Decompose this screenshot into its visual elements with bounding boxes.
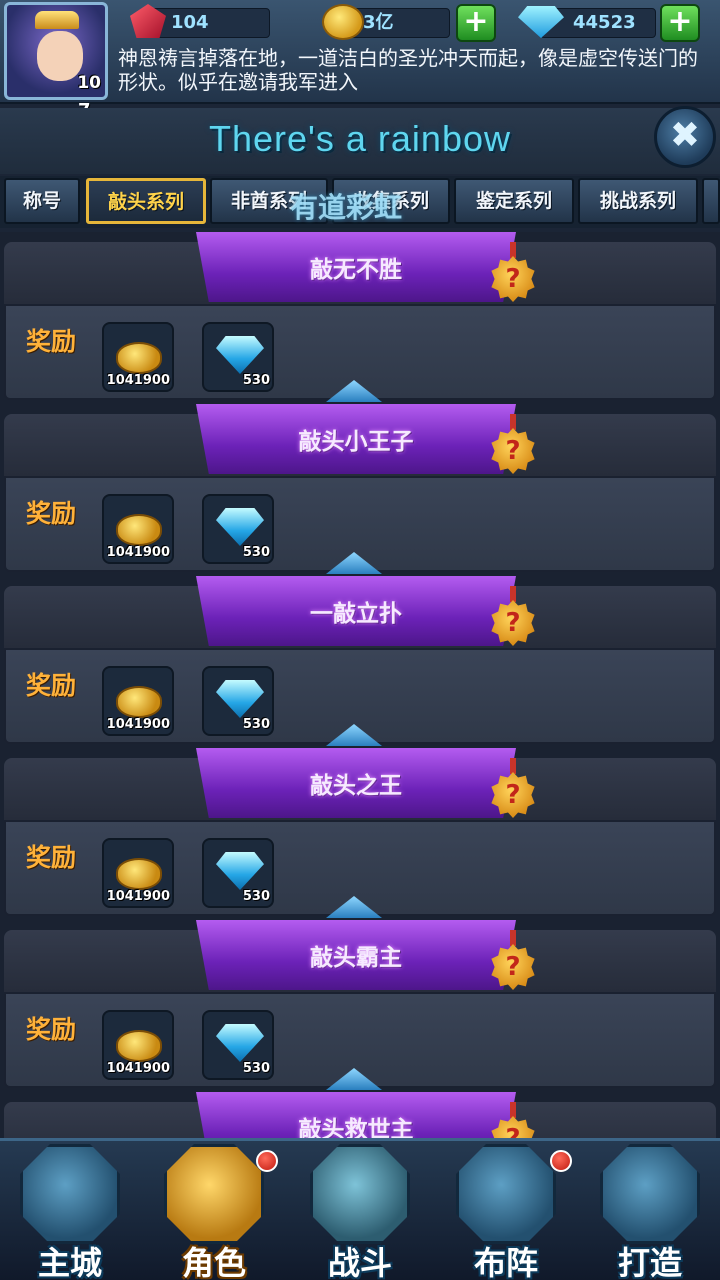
achievement-title: 敲头之王 bbox=[310, 773, 402, 799]
diamond-icon bbox=[216, 852, 264, 890]
diamond-icon bbox=[216, 508, 264, 546]
skull-potion-icon bbox=[600, 1144, 700, 1244]
tab-more[interactable] bbox=[702, 178, 720, 224]
achievement-row: 敲头之王 ? 奖励 1041900 530 bbox=[4, 748, 716, 918]
add-diamond-button[interactable]: + bbox=[660, 4, 700, 42]
tab-challenge-series[interactable]: 挑战系列 bbox=[578, 178, 698, 224]
coins-amount: 1041900 bbox=[106, 1061, 170, 1076]
gold-coins-icon bbox=[116, 1030, 162, 1062]
reward-label: 奖励 bbox=[26, 671, 77, 700]
diamond-icon bbox=[216, 336, 264, 374]
skull-crossed-swords-icon bbox=[310, 1144, 410, 1244]
achievement-row: 敲头小王子 ? 奖励 1041900 530 bbox=[4, 404, 716, 574]
diamond-amount: 530 bbox=[242, 1061, 270, 1076]
diamond-amount: 530 bbox=[242, 889, 270, 904]
diamond-icon bbox=[216, 1024, 264, 1062]
crown-icon bbox=[35, 11, 79, 29]
nav-label: 主城 bbox=[37, 1244, 102, 1280]
diamond-icon bbox=[216, 680, 264, 718]
ruby-counter: 104 bbox=[150, 8, 270, 38]
achievement-title: 一敲立扑 bbox=[310, 601, 402, 627]
achievement-row: 敲头救世主 ? bbox=[4, 1092, 716, 1138]
reward-coins-slot[interactable]: 1041900 bbox=[102, 322, 174, 392]
helmet-skull-icon bbox=[164, 1144, 264, 1244]
medal-ribbon bbox=[510, 242, 516, 258]
reward-label: 奖励 bbox=[26, 1015, 77, 1044]
achievement-row: 敲无不胜 ? 奖励 1041900 530 bbox=[4, 232, 716, 402]
reward-label: 奖励 bbox=[26, 499, 77, 528]
nav-battle[interactable]: 战斗 bbox=[290, 1138, 430, 1280]
reward-diamond-slot[interactable]: 530 bbox=[202, 494, 274, 564]
reward-diamond-slot[interactable]: 530 bbox=[202, 1010, 274, 1080]
medal-ribbon bbox=[510, 930, 516, 946]
player-avatar[interactable]: 10 bbox=[4, 2, 108, 100]
diamond-amount: 530 bbox=[242, 373, 270, 388]
reward-coins-slot[interactable]: 1041900 bbox=[102, 1010, 174, 1080]
close-button[interactable]: ✖ bbox=[654, 106, 716, 168]
tab-title[interactable]: 称号 bbox=[4, 178, 80, 224]
tab-headbash-series[interactable]: 敲头系列 bbox=[86, 178, 206, 224]
nav-character[interactable]: 角色 bbox=[144, 1138, 284, 1280]
diamond-value: 44523 bbox=[573, 12, 636, 33]
gold-coins-icon bbox=[116, 686, 162, 718]
medal-ribbon bbox=[510, 414, 516, 430]
diamond-amount: 530 bbox=[242, 545, 270, 560]
story-message: 神恩祷言掉落在地，一道洁白的圣光冲天而起，像是虚空传送门的形状。似乎在邀请我军进… bbox=[118, 46, 698, 94]
gold-coin-icon bbox=[322, 4, 364, 40]
achievement-title: 敲头小王子 bbox=[298, 429, 414, 455]
watermark-text: 有道彩虹 bbox=[290, 191, 403, 224]
achievement-title: 敲头霸主 bbox=[310, 945, 402, 971]
medal-ribbon bbox=[510, 758, 516, 774]
chess-knight-icon bbox=[456, 1144, 556, 1244]
reward-diamond-slot[interactable]: 530 bbox=[202, 322, 274, 392]
nav-forge[interactable]: 打造 bbox=[580, 1138, 720, 1280]
coins-amount: 1041900 bbox=[106, 717, 170, 732]
nav-label: 角色 bbox=[181, 1244, 246, 1280]
coins-amount: 1041900 bbox=[106, 373, 170, 388]
achievement-title: 敲无不胜 bbox=[310, 257, 402, 283]
gold-coins-icon bbox=[116, 342, 162, 374]
reward-diamond-slot[interactable]: 530 bbox=[202, 666, 274, 736]
nav-label: 布阵 bbox=[473, 1244, 538, 1280]
nav-label: 战斗 bbox=[327, 1244, 392, 1280]
reward-coins-slot[interactable]: 1041900 bbox=[102, 494, 174, 564]
reward-label: 奖励 bbox=[26, 327, 77, 356]
gold-value: 3亿 bbox=[363, 12, 394, 33]
gold-coins-icon bbox=[116, 858, 162, 890]
reward-diamond-slot[interactable]: 530 bbox=[202, 838, 274, 908]
player-level: 10 bbox=[77, 73, 101, 93]
coins-amount: 1041900 bbox=[106, 889, 170, 904]
achievement-title: 敲头救世主 bbox=[298, 1117, 414, 1138]
notification-dot bbox=[256, 1150, 278, 1172]
castle-icon bbox=[20, 1144, 120, 1244]
achievement-row: 一敲立扑 ? 奖励 1041900 530 bbox=[4, 576, 716, 746]
coins-amount: 1041900 bbox=[106, 545, 170, 560]
medal-ribbon bbox=[510, 586, 516, 602]
medal-ribbon bbox=[510, 1102, 516, 1118]
nav-formation[interactable]: 布阵 bbox=[436, 1138, 576, 1280]
reward-label: 奖励 bbox=[26, 843, 77, 872]
nav-main-city[interactable]: 主城 bbox=[0, 1138, 140, 1280]
achievement-list[interactable]: 敲无不胜 ? 奖励 1041900 530 敲头小王子 ? 奖励 1041900… bbox=[0, 232, 720, 1138]
achievement-row: 敲头霸主 ? 奖励 1041900 530 bbox=[4, 920, 716, 1090]
top-bar: 10 104 3亿 + 44523 + 神恩祷言掉落在地，一道洁白的圣光冲天而起… bbox=[0, 0, 720, 104]
add-gold-button[interactable]: + bbox=[456, 4, 496, 42]
ruby-value: 104 bbox=[171, 12, 209, 33]
reward-coins-slot[interactable]: 1041900 bbox=[102, 666, 174, 736]
nav-label: 打造 bbox=[617, 1244, 682, 1280]
gold-coins-icon bbox=[116, 514, 162, 546]
diamond-amount: 530 bbox=[242, 717, 270, 732]
hero-face-icon bbox=[37, 31, 83, 81]
page-title: There's a rainbow bbox=[208, 118, 511, 159]
reward-coins-slot[interactable]: 1041900 bbox=[102, 838, 174, 908]
notification-dot bbox=[550, 1150, 572, 1172]
tab-appraise-series[interactable]: 鉴定系列 bbox=[454, 178, 574, 224]
